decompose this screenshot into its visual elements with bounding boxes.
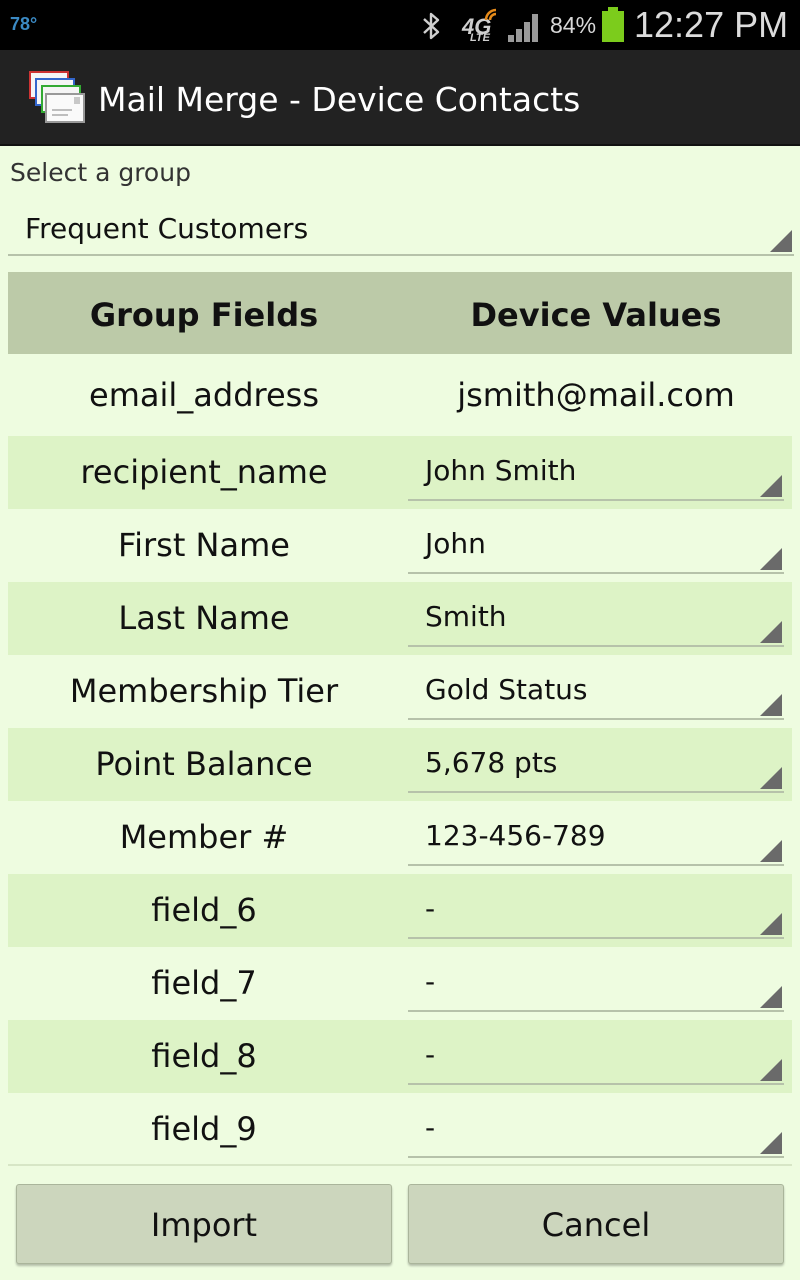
field-label: field_8 [151,1037,257,1075]
header-device-values: Device Values [470,296,722,334]
table-row: Member # 123-456-789 [8,801,792,874]
spinner-value: - [425,965,436,998]
weather-temperature: 78° [10,14,38,34]
value-spinner[interactable]: Smith [408,590,784,647]
value-spinner[interactable]: - [408,955,784,1012]
field-label: field_6 [151,891,257,929]
field-label: field_7 [151,964,257,1002]
table-row: Point Balance 5,678 pts [8,728,792,801]
battery-percent: 84% [550,12,597,38]
value-spinner[interactable]: Gold Status [408,663,784,720]
table-row: Last Name Smith [8,582,792,655]
value-spinner[interactable]: - [408,882,784,939]
spinner-value: Gold Status [425,673,588,706]
table-row: recipient_name John Smith [8,436,792,509]
field-label: Point Balance [95,745,313,783]
action-bar: Mail Merge - Device Contacts [0,50,800,146]
header-group-fields: Group Fields [89,296,319,334]
value-spinner[interactable]: John Smith [408,444,784,501]
dropdown-triangle-icon [760,1132,782,1154]
spinner-value: 123-456-789 [425,819,606,852]
divider [8,1164,792,1166]
value-spinner[interactable]: John [408,517,784,574]
mail-envelopes-icon [29,71,85,123]
field-label: recipient_name [80,453,328,491]
table-row: Membership Tier Gold Status [8,655,792,728]
value-spinner[interactable]: 5,678 pts [408,736,784,793]
table-row: field_8 - [8,1020,792,1093]
group-selected-value: Frequent Customers [25,212,309,245]
value-spinner[interactable]: 123-456-789 [408,809,784,866]
cancel-button[interactable]: Cancel [408,1184,784,1264]
dropdown-triangle-icon [760,621,782,643]
table-row: field_6 - [8,874,792,947]
value-spinner[interactable]: - [408,1028,784,1085]
network-sub: LTE [470,32,490,44]
group-spinner[interactable]: Frequent Customers [8,200,794,256]
table-row: field_9 - [8,1093,792,1166]
table-row: field_7 - [8,947,792,1020]
battery-icon [602,7,624,42]
dropdown-triangle-icon [760,913,782,935]
app-title: Mail Merge - Device Contacts [98,80,581,119]
status-bar: 78° 4G LTE 84% 12:27 PM [0,0,800,50]
value-spinner[interactable]: - [408,1101,784,1158]
dropdown-triangle-icon [770,230,792,252]
dropdown-triangle-icon [760,986,782,1008]
dropdown-triangle-icon [760,840,782,862]
field-label: email_address [89,376,319,414]
field-label: First Name [118,526,290,564]
spinner-value: 5,678 pts [425,746,558,779]
spinner-value: - [425,892,436,925]
dropdown-triangle-icon [760,475,782,497]
field-label: Member # [119,818,289,856]
email-value: jsmith@mail.com [457,376,735,414]
group-label: Select a group [10,158,191,187]
dropdown-triangle-icon [760,1059,782,1081]
spinner-value: Smith [425,600,507,633]
spinner-value: John [425,527,486,560]
lte-icon: 4G LTE [458,8,502,44]
bluetooth-icon [423,12,440,40]
dropdown-triangle-icon [760,767,782,789]
dropdown-triangle-icon [760,694,782,716]
import-button[interactable]: Import [16,1184,392,1264]
clock: 12:27 PM [634,4,789,45]
table-header: Group Fields Device Values [8,272,792,354]
spinner-value: - [425,1111,436,1144]
spinner-value: - [425,1038,436,1071]
table-row: First Name John [8,509,792,582]
field-label: Membership Tier [69,672,339,710]
field-mapping-table: Group Fields Device Values email_address… [8,272,792,1166]
spinner-value: John Smith [425,454,577,487]
field-label: Last Name [118,599,290,637]
field-label: field_9 [151,1110,257,1148]
signal-icon [508,14,538,42]
dropdown-triangle-icon [760,548,782,570]
table-row-email: email_address jsmith@mail.com [8,354,792,436]
